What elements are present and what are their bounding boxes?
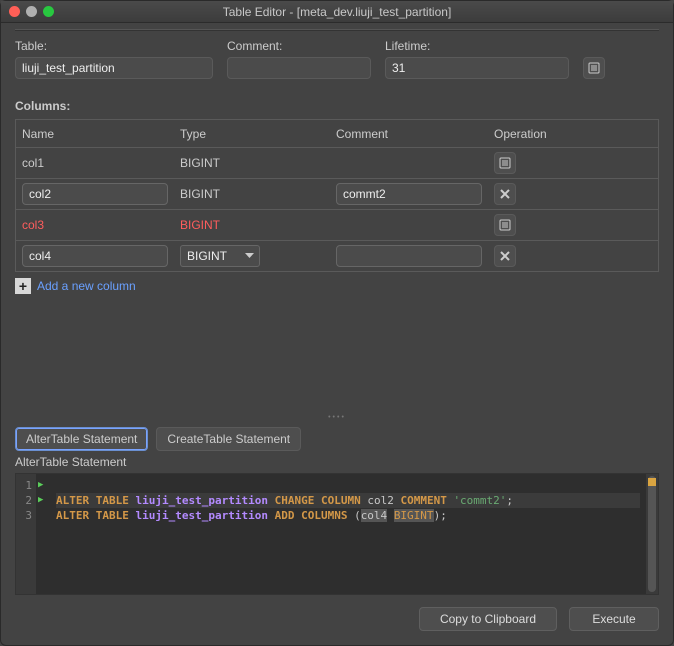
code-editor[interactable]: 1 2 3 ▶ ▶ ALTER TABLE liuji_test_partiti…: [15, 473, 659, 595]
input-column-name[interactable]: [22, 183, 168, 205]
input-table-comment[interactable]: [227, 57, 371, 79]
splitter-handle[interactable]: ••••: [15, 414, 659, 421]
code-area[interactable]: ALTER TABLE liuji_test_partition CHANGE …: [52, 474, 646, 594]
kw: ALTER: [56, 509, 89, 522]
cell-type: BIGINT: [174, 210, 330, 241]
header-comment: Comment: [330, 120, 488, 148]
settings-icon: [588, 62, 600, 74]
input-column-comment[interactable]: [336, 245, 482, 267]
label-lifetime: Lifetime:: [385, 39, 569, 53]
edit-icon: [499, 157, 511, 169]
tab-alter[interactable]: AlterTable Statement: [15, 427, 148, 451]
field-table: Table:: [15, 39, 213, 79]
kw: ADD: [275, 509, 295, 522]
cell-op: [488, 210, 659, 241]
cell-op: [488, 148, 659, 179]
gutter-run-markers: ▶ ▶: [36, 474, 52, 594]
cell-type: BIGINT: [174, 148, 330, 179]
table-row: BIGINT: [16, 179, 659, 210]
chevron-down-icon: [245, 253, 254, 259]
table-meta-row: Table: Comment: Lifetime:: [15, 39, 659, 79]
titlebar: Table Editor - [meta_dev.liuji_test_part…: [1, 1, 673, 23]
paren: (: [354, 509, 361, 522]
add-column-link[interactable]: + Add a new column: [15, 278, 659, 294]
term: ;: [506, 494, 513, 507]
input-table-name[interactable]: [15, 57, 213, 79]
divider: [15, 29, 659, 31]
plus-icon: +: [15, 278, 31, 294]
line-number: 3: [16, 508, 32, 523]
cell-comment: [330, 210, 488, 241]
table-editor-window: Table Editor - [meta_dev.liuji_test_part…: [0, 0, 674, 646]
close-icon: [500, 189, 510, 199]
run-line-button[interactable]: ▶: [38, 493, 52, 508]
restore-column-button[interactable]: [494, 214, 516, 236]
add-column-label: Add a new column: [37, 279, 136, 293]
cell-type: BIGINT: [174, 179, 330, 210]
table-settings-button[interactable]: [583, 57, 605, 79]
statement-tabs: AlterTable Statement CreateTable Stateme…: [15, 427, 659, 451]
cell-op: [488, 241, 659, 272]
label-comment: Comment:: [227, 39, 371, 53]
tab-create[interactable]: CreateTable Statement: [156, 427, 301, 451]
gutter-line-numbers: 1 2 3: [16, 474, 36, 594]
select-value: BIGINT: [187, 249, 227, 263]
kw: COMMENT: [400, 494, 446, 507]
input-column-name[interactable]: [22, 245, 168, 267]
select-column-type[interactable]: BIGINT: [180, 245, 260, 267]
input-lifetime[interactable]: [385, 57, 569, 79]
columns-label: Columns:: [15, 99, 659, 113]
edit-icon: [499, 219, 511, 231]
code-title: AlterTable Statement: [15, 455, 659, 469]
type: BIGINT: [394, 509, 434, 522]
table-row: BIGINT: [16, 241, 659, 272]
col: col2: [367, 494, 394, 507]
table-row: col1 BIGINT: [16, 148, 659, 179]
field-lifetime: Lifetime:: [385, 39, 569, 79]
warning-marker-icon: [648, 478, 656, 486]
window-title: Table Editor - [meta_dev.liuji_test_part…: [1, 5, 673, 19]
content-area: Table: Comment: Lifetime: Columns: Name …: [1, 23, 673, 645]
line-number: 2: [16, 493, 32, 508]
header-operation: Operation: [488, 120, 659, 148]
delete-column-button[interactable]: [494, 245, 516, 267]
edit-column-button[interactable]: [494, 152, 516, 174]
kw: TABLE: [96, 494, 129, 507]
copy-to-clipboard-button[interactable]: Copy to Clipboard: [419, 607, 557, 631]
field-comment: Comment:: [227, 39, 371, 79]
header-name: Name: [16, 120, 175, 148]
kw: COLUMN: [321, 494, 361, 507]
line-number: 1: [16, 478, 32, 493]
execute-button[interactable]: Execute: [569, 607, 659, 631]
label-table: Table:: [15, 39, 213, 53]
empty-marker: [38, 508, 52, 523]
scrollbar[interactable]: [646, 474, 658, 594]
kw: COLUMNS: [301, 509, 347, 522]
kw: TABLE: [96, 509, 129, 522]
input-column-comment[interactable]: [336, 183, 482, 205]
footer-buttons: Copy to Clipboard Execute: [15, 607, 659, 631]
scrollbar-thumb[interactable]: [648, 476, 656, 592]
col: col4: [361, 509, 388, 522]
columns-header-row: Name Type Comment Operation: [16, 120, 659, 148]
term: ;: [440, 509, 447, 522]
kw: CHANGE: [275, 494, 315, 507]
str: 'commt2': [453, 494, 506, 507]
cell-op: [488, 179, 659, 210]
ident: liuji_test_partition: [136, 494, 268, 507]
close-icon: [500, 251, 510, 261]
cell-comment: [330, 148, 488, 179]
header-type: Type: [174, 120, 330, 148]
cancel-edit-button[interactable]: [494, 183, 516, 205]
cell-name: col3: [16, 210, 175, 241]
cell-name: col1: [16, 148, 175, 179]
table-row: col3 BIGINT: [16, 210, 659, 241]
ident: liuji_test_partition: [136, 509, 268, 522]
run-line-button[interactable]: ▶: [38, 478, 52, 493]
kw: ALTER: [56, 494, 89, 507]
columns-table: Name Type Comment Operation col1 BIGINT: [15, 119, 659, 272]
